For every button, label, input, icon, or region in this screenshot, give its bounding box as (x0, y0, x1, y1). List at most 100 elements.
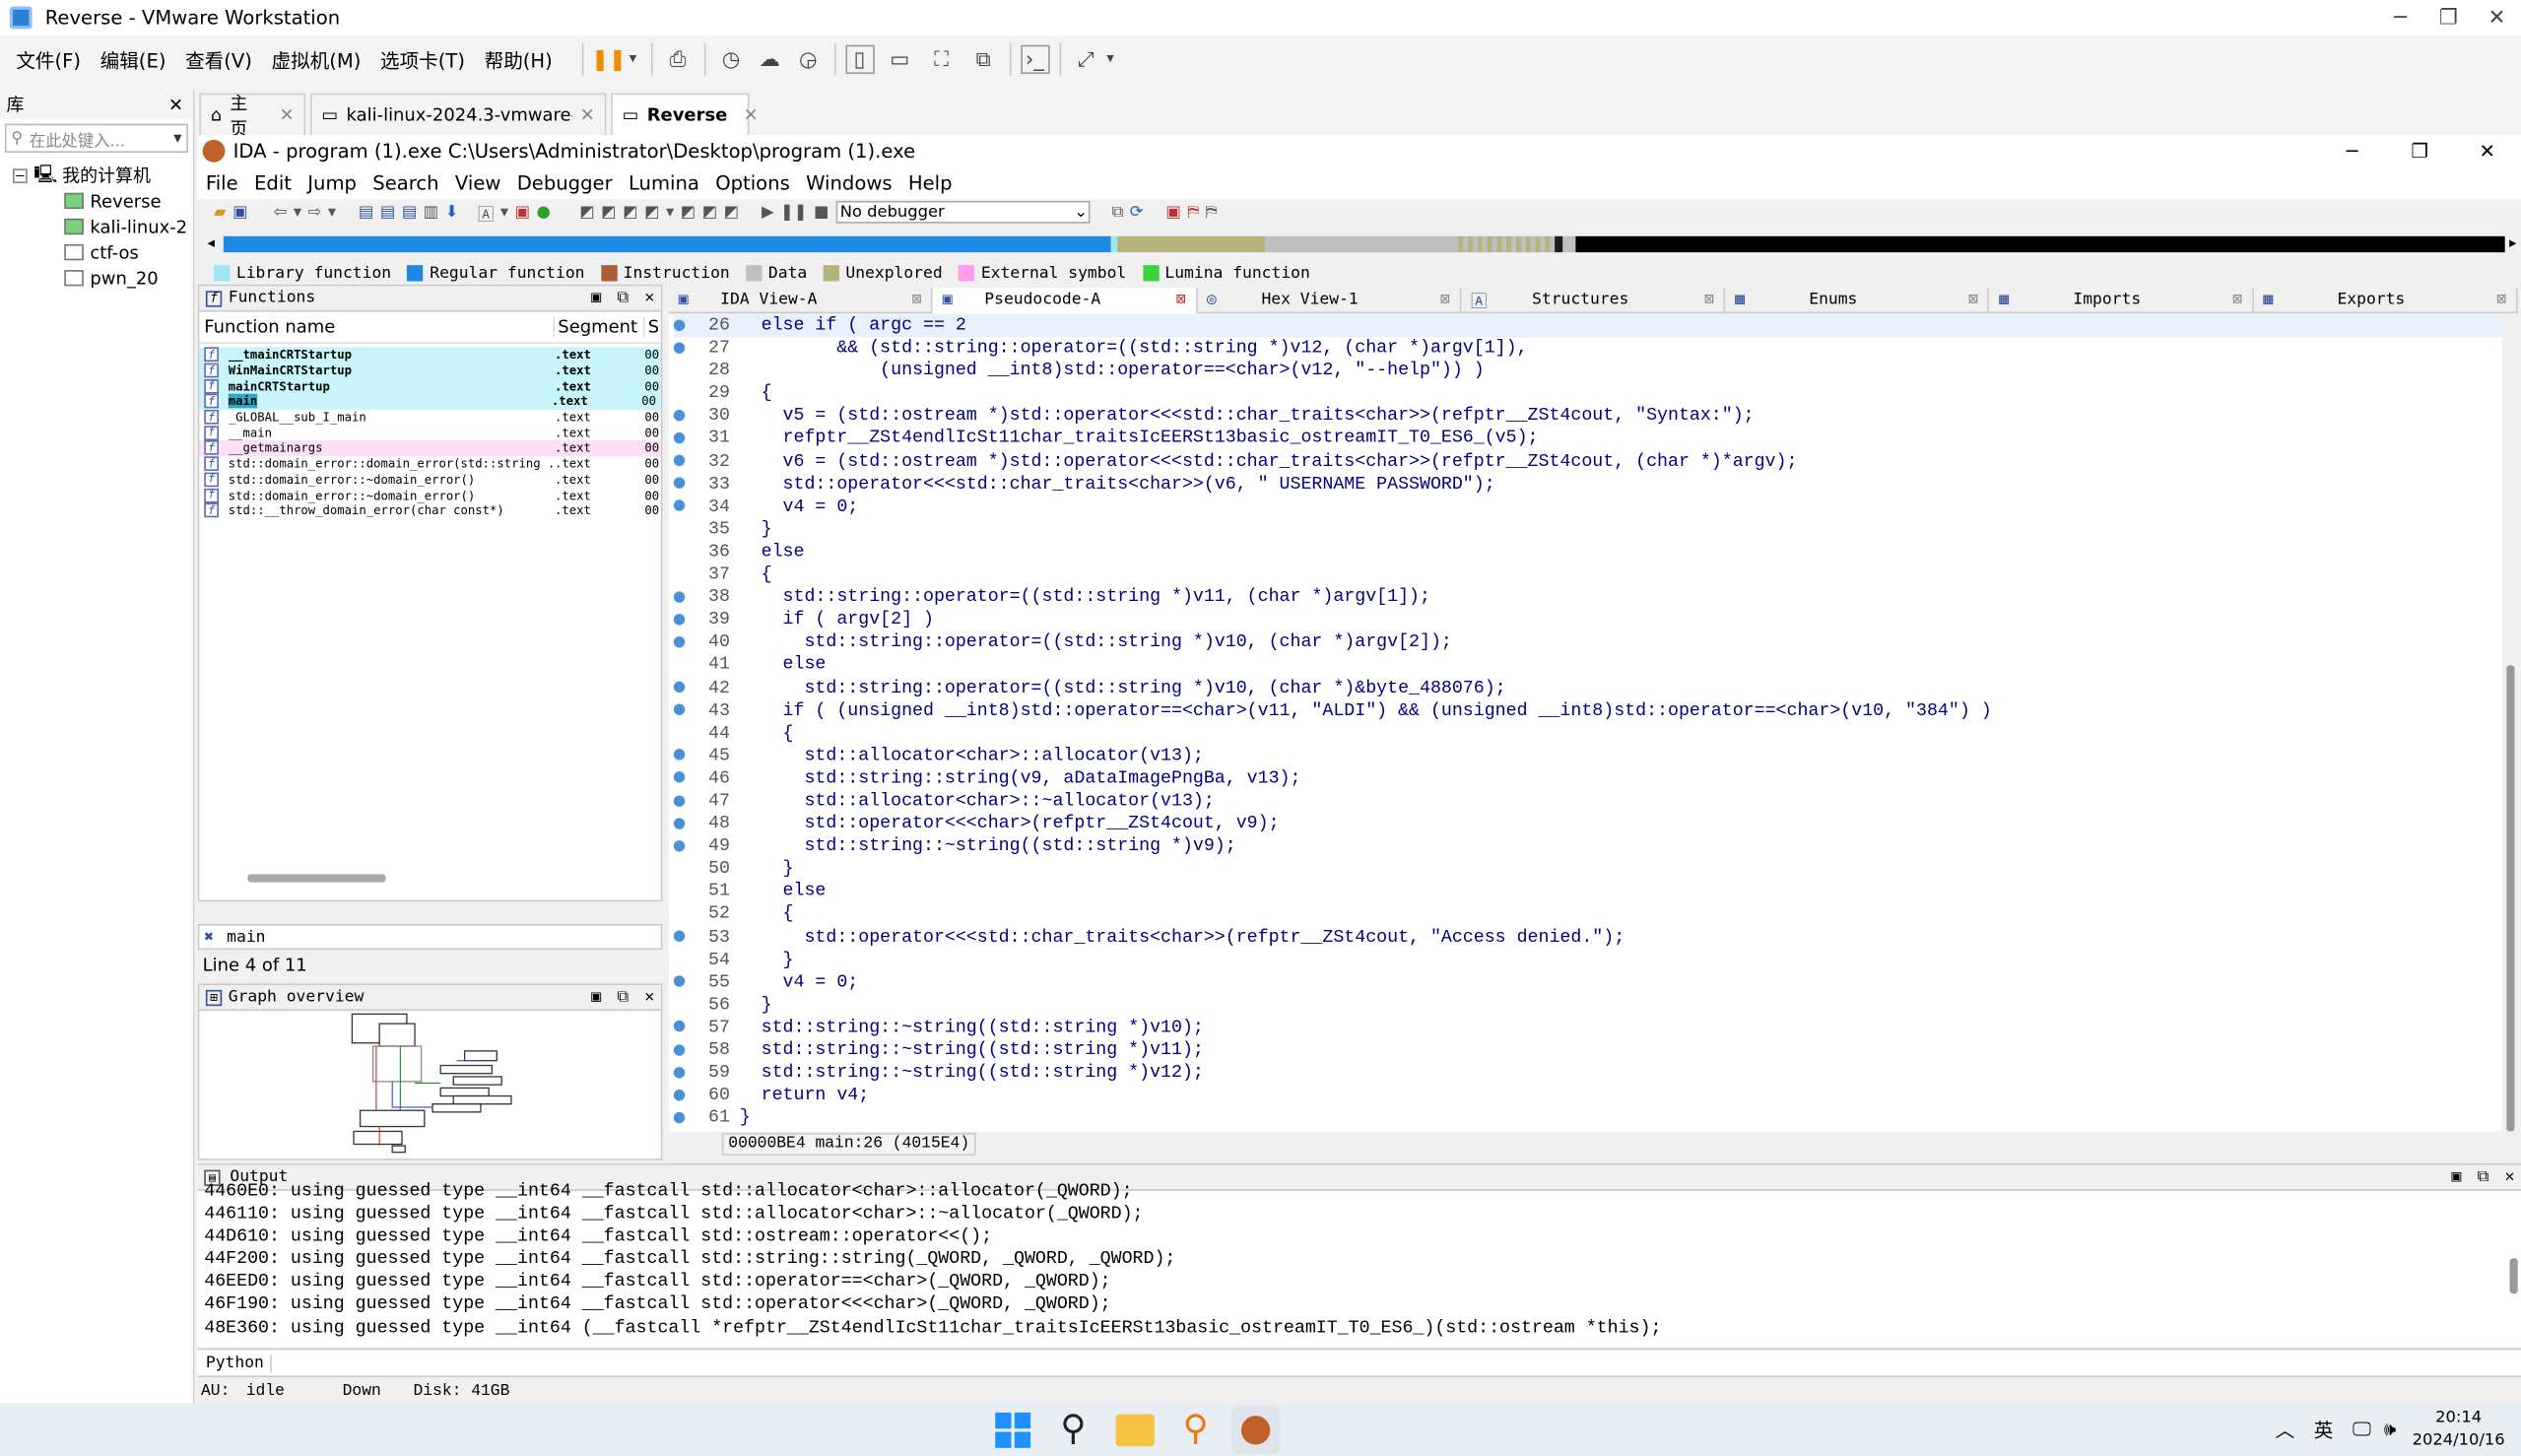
code-line[interactable]: 30 v5 = (std::ostream *)std::operator<<<… (673, 406, 2502, 429)
functions-hscroll[interactable] (247, 874, 386, 883)
code-line[interactable]: 48 std::operator<<<char>(refptr__ZSt4cou… (673, 814, 2502, 836)
code-line[interactable]: 51 else (674, 882, 2502, 904)
breakpoint-dot-icon[interactable] (673, 703, 686, 716)
tool-icon[interactable]: ◩ (623, 203, 637, 221)
code-line[interactable]: 40 std::string::operator=((std::string *… (673, 632, 2502, 655)
function-row[interactable]: f main .text 00 (199, 393, 661, 410)
open-icon[interactable]: ▰ (214, 203, 227, 221)
ime-indicator[interactable]: 英 (2314, 1416, 2334, 1443)
tab-ida-view-a[interactable]: ▣ IDA View-A ⊠ (669, 287, 934, 313)
code-line[interactable]: 56 } (674, 994, 2502, 1017)
ida-menu-view[interactable]: View (455, 172, 500, 195)
close-icon[interactable]: ✕ (744, 104, 759, 125)
menu-file[interactable]: 文件(F) (16, 45, 81, 73)
minimize-button[interactable]: ─ (2376, 2, 2424, 34)
tab-exports[interactable]: ▦ Exports ⊠ (2254, 287, 2518, 313)
refresh-icon[interactable]: ⟳ (1130, 203, 1144, 221)
close-icon[interactable]: ⊠ (2232, 291, 2242, 308)
python-lang-button[interactable]: Python (198, 1354, 272, 1372)
close-icon[interactable]: ⊠ (2496, 291, 2506, 308)
ida-menu-edit[interactable]: Edit (254, 172, 292, 195)
breakpoint-dot-icon[interactable] (673, 613, 686, 626)
code-line[interactable]: 44 { (674, 723, 2502, 746)
code-line[interactable]: 36 else (674, 542, 2502, 564)
close-icon[interactable]: ✕ (2505, 1168, 2515, 1186)
code-line[interactable]: 28 (unsigned __int8)std::operator==<char… (674, 361, 2502, 383)
breakpoint-dot-icon[interactable] (673, 431, 686, 444)
ida-menu-help[interactable]: Help (908, 172, 953, 195)
ida-menu-file[interactable]: File (206, 172, 238, 195)
code-line[interactable]: 27 && (std::string::operator=((std::stri… (673, 338, 2502, 361)
snapshot-icon[interactable]: ◷ (715, 43, 748, 76)
function-row[interactable]: f std::domain_error::~domain_error() .text… (199, 472, 660, 488)
close-icon[interactable]: ✕ (580, 104, 595, 125)
float-icon[interactable]: ⧉ (2478, 1168, 2489, 1186)
breakpoint-dot-icon[interactable] (673, 635, 686, 648)
breakpoint-dot-icon[interactable] (673, 930, 686, 943)
play-icon[interactable]: ▶ (762, 203, 774, 221)
save-icon[interactable]: ▣ (232, 203, 247, 221)
code-line[interactable]: 59 std::string::~string((std::string *)v… (673, 1062, 2502, 1085)
menu-view[interactable]: 查看(V) (185, 45, 252, 73)
tool-icon[interactable]: ◩ (724, 203, 739, 221)
tab-reverse[interactable]: ▭ Reverse ✕ (611, 93, 759, 136)
restore-button[interactable]: ❐ (2386, 140, 2454, 163)
function-row[interactable]: f __tmainCRTStartup .text 00 (199, 347, 661, 364)
code-line[interactable]: 58 std::string::~string((std::string *)v… (673, 1039, 2502, 1062)
code-line[interactable]: 53 std::operator<<<std::char_traits<char… (673, 926, 2502, 949)
fullscreen-icon[interactable]: ⛶ (925, 43, 958, 76)
function-row[interactable]: f __getmainargs .text 00 (199, 440, 661, 456)
tab-hex-view-1[interactable]: ◎ Hex View-1 ⊠ (1197, 287, 1462, 313)
breakpoint-dot-icon[interactable] (673, 499, 686, 512)
code-line[interactable]: 47 std::allocator<char>::~allocator(v13)… (673, 791, 2502, 814)
pause-icon[interactable]: ❚❚ (780, 203, 807, 221)
breakpoint-dot-icon[interactable] (673, 1089, 686, 1101)
tree-item-kali[interactable]: kali-linux-2 (0, 214, 193, 239)
debugger-select[interactable]: No debugger ⌄ (834, 200, 1090, 224)
code-line[interactable]: 54 } (674, 949, 2502, 971)
function-row[interactable]: f __main .text 00 (199, 425, 660, 440)
pause-icon[interactable]: ❚❚ (591, 43, 627, 76)
code-line[interactable]: 46 std::string::string(v9, aDataImagePng… (673, 768, 2502, 791)
tree-item-pwn[interactable]: pwn_20 (0, 265, 193, 291)
tool-icon[interactable]: ◩ (644, 203, 659, 221)
library-search-input[interactable]: ⚲ 在此处键入... ▾ (4, 123, 188, 153)
code-line[interactable]: 52 { (674, 904, 2502, 927)
close-button[interactable]: ✕ (2473, 2, 2521, 34)
pseudocode-view[interactable]: 26 else if ( argc == 2 27 && (std::string… (668, 314, 2502, 1132)
code-line[interactable]: 34 v4 = 0; (673, 496, 2502, 519)
code-line[interactable]: 32 v6 = (std::ostream *)std::operator<<<… (673, 451, 2502, 474)
tool-icon[interactable]: ◩ (702, 203, 717, 221)
float-icon[interactable]: ⧉ (617, 290, 629, 307)
breakpoint-icon[interactable]: ▣ (1165, 203, 1180, 221)
code-line[interactable]: 31 refptr__ZSt4endlIcSt11char_traitsIcEE… (673, 429, 2502, 451)
breakpoint-dot-icon[interactable] (673, 794, 686, 807)
send-keys-icon[interactable]: ⎙ (662, 43, 695, 76)
binary-icon[interactable]: ▥ (424, 203, 438, 221)
col-function-name[interactable]: Function name (199, 316, 553, 337)
clock[interactable]: 20:14 2024/10/16 (2413, 1407, 2505, 1452)
breakpoint-dot-icon[interactable] (673, 454, 686, 467)
ida-menu-windows[interactable]: Windows (806, 172, 892, 195)
code-line[interactable]: 29 { (674, 383, 2502, 406)
code-line[interactable]: 33 std::operator<<<std::char_traits<char… (673, 474, 2502, 496)
tab-structures[interactable]: 🄰 Structures ⊠ (1461, 287, 1726, 313)
tab-kali[interactable]: ▭kali-linux-2024.3-vmware-am...✕ (309, 93, 607, 136)
code-icon[interactable]: ▤ (359, 203, 373, 221)
ida-menu-options[interactable]: Options (715, 172, 790, 195)
chevron-down-icon[interactable]: ▾ (625, 43, 640, 76)
volume-icon[interactable]: 🕪 (2384, 1418, 2396, 1441)
code-line[interactable]: 50 } (674, 859, 2502, 882)
trace-icon[interactable]: ⛿ (1187, 203, 1199, 221)
code-line[interactable]: 42 std::string::operator=((std::string *… (673, 678, 2502, 700)
jump-down-icon[interactable]: ⬇ (445, 203, 459, 221)
stop-icon[interactable]: ■ (814, 203, 829, 221)
windows-start-icon[interactable] (995, 1412, 1031, 1447)
back-icon[interactable]: ⇦ (274, 203, 288, 221)
tool-icon[interactable]: ◩ (579, 203, 594, 221)
maximize-icon[interactable]: ▣ (2451, 1168, 2461, 1186)
console-icon[interactable]: ›_ (1020, 44, 1050, 75)
close-icon[interactable]: ✕ (644, 290, 654, 307)
maximize-icon[interactable]: ▣ (591, 988, 601, 1006)
chevron-down-icon[interactable]: ▾ (173, 129, 181, 147)
